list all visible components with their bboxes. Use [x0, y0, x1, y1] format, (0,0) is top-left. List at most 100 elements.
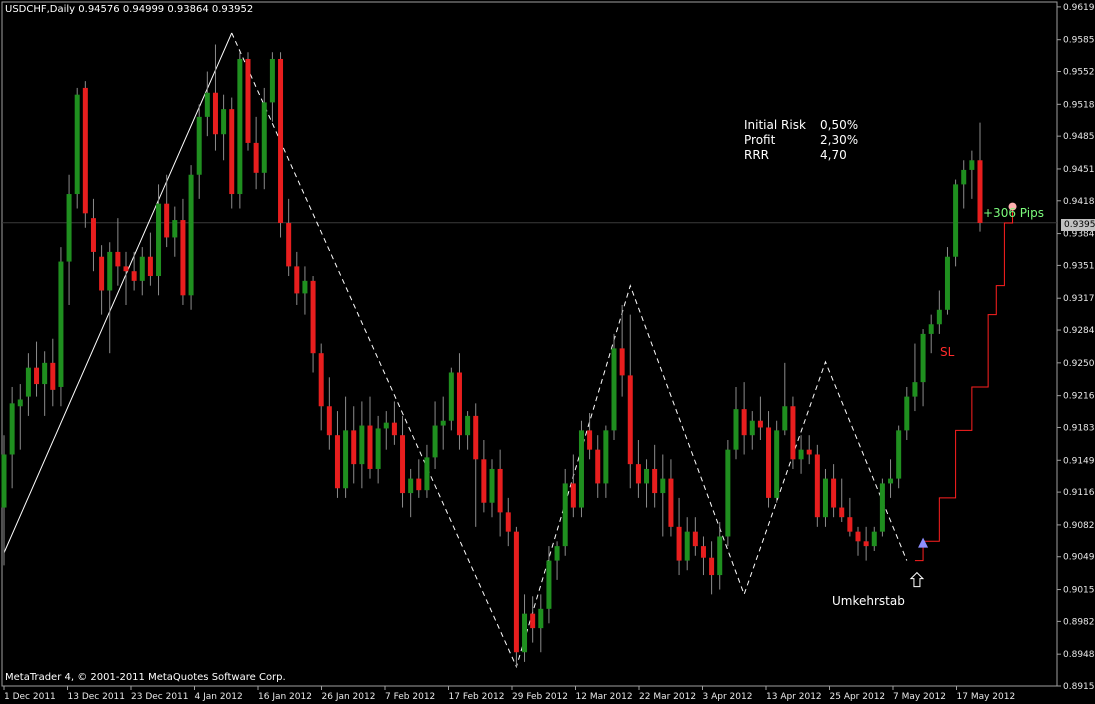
candle-body: [798, 449, 804, 460]
candle-body: [82, 87, 88, 214]
stat-value: 0,50%: [820, 118, 859, 132]
candle-body: [904, 396, 910, 431]
candle-body: [107, 251, 113, 291]
chart-area[interactable]: 0.96190 0.95850 0.95520 0.95180 0.94850 0.945…: [0, 0, 1095, 704]
candle-body: [522, 613, 528, 653]
reversal-label: Umkehrstab: [832, 594, 905, 608]
candle-body: [253, 142, 259, 173]
candle-body: [278, 58, 284, 223]
x-tick-label: 1 Dec 2011: [4, 692, 56, 702]
candle-body: [562, 483, 568, 547]
candle-body: [757, 420, 763, 428]
y-tick-label: 0.92160: [1063, 392, 1095, 402]
candle-body: [351, 430, 357, 465]
candle-body: [570, 483, 576, 508]
candle-body: [237, 58, 243, 195]
candle-body: [367, 425, 373, 469]
candle-body: [530, 613, 536, 629]
pips-label: +306 Pips: [983, 206, 1044, 220]
symbol-header: USDCHF,Daily 0.94576 0.94999 0.93864 0.9…: [5, 4, 254, 15]
candle-body: [334, 435, 340, 489]
y-tick-label: 0.95850: [1063, 36, 1095, 46]
candle-body: [546, 560, 552, 609]
candle-body: [725, 449, 731, 537]
x-tick-label: 12 Mar 2012: [576, 692, 633, 702]
trade-stats: Initial Risk 0,50% Profit 2,30% RRR 4,70: [744, 118, 858, 163]
x-tick-label: 23 Dec 2011: [131, 692, 189, 702]
candle-body: [822, 478, 828, 518]
candle-body: [465, 415, 471, 436]
y-tick-label: 0.89820: [1063, 617, 1095, 627]
candle-body: [269, 58, 275, 103]
copyright-text: MetaTrader 4, © 2001-2011 MetaQuotes Sof…: [5, 672, 286, 683]
y-tick-label: 0.89480: [1063, 650, 1095, 660]
candle-body: [164, 203, 170, 238]
candle-body: [489, 468, 495, 503]
candle-body: [302, 280, 308, 294]
candle-body: [766, 427, 772, 498]
stat-label: Profit: [744, 133, 776, 147]
y-tick-label: 0.96190: [1063, 3, 1095, 13]
candle-body: [481, 459, 487, 503]
candle-body: [359, 425, 365, 465]
x-tick-label: 17 Feb 2012: [449, 692, 505, 702]
candle-body: [538, 608, 544, 629]
x-tick-label: 29 Feb 2012: [512, 692, 568, 702]
candle-body: [814, 454, 820, 518]
candle-body: [115, 251, 121, 267]
candle-body: [245, 58, 251, 143]
x-tick-label: 22 Mar 2012: [639, 692, 696, 702]
zigzag-solid-line: [3, 32, 233, 554]
candle-body: [1, 454, 7, 508]
candle-body: [652, 468, 658, 494]
y-tick-label: 0.94850: [1063, 132, 1095, 142]
candle-body: [318, 353, 324, 407]
candle-body: [733, 409, 739, 450]
x-tick-label: 3 Apr 2012: [703, 692, 753, 702]
stat-value: 2,30%: [820, 133, 859, 147]
candle-body: [497, 468, 503, 513]
candle-body: [806, 449, 812, 455]
candle-body: [831, 478, 837, 508]
candle-body: [416, 478, 422, 491]
candle-body: [156, 203, 162, 277]
candle-body: [74, 94, 80, 195]
x-tick-label: 25 Apr 2012: [830, 692, 886, 702]
candle-body: [196, 116, 202, 175]
candle-body: [505, 512, 511, 532]
candle-body: [879, 483, 885, 532]
candle-body: [619, 348, 625, 376]
candle-body: [99, 256, 105, 291]
candle-body: [9, 403, 15, 455]
candle-body: [408, 478, 414, 494]
entry-triangle-icon: [918, 537, 929, 548]
candle-body: [717, 536, 723, 576]
y-tick-label: 0.89150: [1063, 682, 1095, 692]
x-tick-label: 13 Dec 2011: [68, 692, 126, 702]
candle-body: [774, 430, 780, 498]
plot-frame: [1, 1, 1058, 687]
current-price-marker: 0.93952: [1061, 219, 1095, 231]
candle-body: [432, 425, 438, 458]
candle-body: [513, 531, 519, 653]
candle-body: [440, 420, 446, 426]
y-tick-label: 0.94180: [1063, 197, 1095, 207]
candle-body: [294, 266, 300, 294]
candle-body: [343, 430, 349, 489]
candle-body: [180, 220, 186, 296]
candle-body: [578, 430, 584, 508]
stat-label: RRR: [744, 148, 770, 162]
x-tick-label: 17 May 2012: [957, 692, 1016, 702]
candle-body: [871, 531, 877, 547]
candle-body: [375, 428, 381, 469]
candle-body: [448, 372, 454, 421]
x-tick-label: 26 Jan 2012: [322, 692, 376, 702]
stat-label: Initial Risk: [744, 118, 806, 132]
candle-body: [261, 102, 267, 173]
x-tick-label: 16 Jan 2012: [258, 692, 312, 702]
candle-body: [855, 531, 861, 542]
x-tick-label: 7 Feb 2012: [385, 692, 435, 702]
candle-body: [188, 174, 194, 296]
candle-body: [644, 468, 650, 484]
candlestick-chart[interactable]: 0.96190 0.95850 0.95520 0.95180 0.94850 0.945…: [0, 0, 1095, 704]
